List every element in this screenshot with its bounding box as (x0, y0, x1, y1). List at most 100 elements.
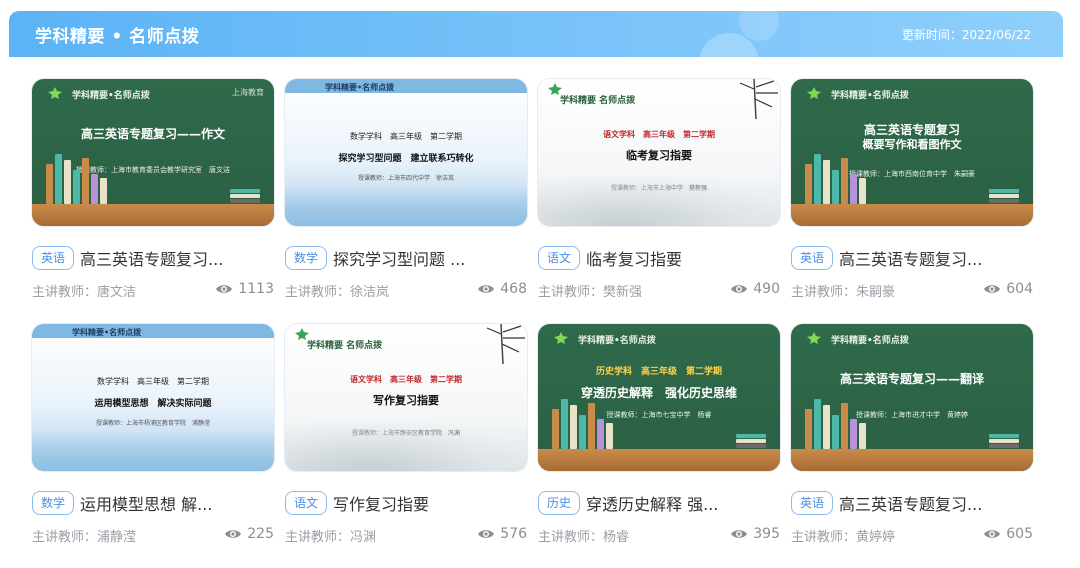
course-title[interactable]: 运用模型思想 解... (80, 491, 212, 515)
course-title[interactable]: 高三英语专题复习... (839, 491, 982, 515)
thumbnail-decor (850, 174, 857, 204)
thumbnail-decor (859, 178, 866, 204)
course-card[interactable]: 学科精要•名师点拨 高三英语专题复习 概要写作和看图作文 授课教师：上海市西南位育中学… (791, 79, 1033, 300)
course-thumbnail[interactable]: 学科精要•名师点拨 历史学科 高三年级 第二学期 穿透历史解释 强化历史思维 授课教师… (538, 324, 780, 471)
course-title[interactable]: 穿透历史解释 强... (586, 491, 718, 515)
thumbnail-decor (736, 433, 766, 448)
thumbnail-decor (850, 419, 857, 449)
course-card[interactable]: 学科精要•名师点拨 数学学科 高三年级 第二学期 运用模型思想 解决实际问题 授课教师… (32, 324, 274, 545)
thumbnail-text: 授课教师：上海市四代中学 徐洁岚 (357, 175, 454, 182)
thumbnail-decor (859, 423, 866, 449)
leaf-logo-icon (807, 332, 821, 344)
thumbnail-decor (814, 154, 821, 204)
thumbnail-decor (791, 449, 1033, 471)
eye-icon (731, 285, 748, 293)
course-title-row: 英语 高三英语专题复习... (791, 490, 1033, 516)
thumbnail-decor (791, 204, 1033, 226)
thumbnail-decor (64, 160, 71, 204)
course-title[interactable]: 高三英语专题复习... (839, 246, 982, 270)
teacher-name: 主讲教师：黄婷婷 (791, 530, 896, 545)
eye-icon (478, 530, 495, 538)
thumbnail-text: 学科精要•名师点拨 (831, 336, 909, 346)
view-count-value: 1113 (238, 281, 274, 297)
thumbnail-decor (814, 399, 821, 449)
view-count: 225 (224, 526, 274, 542)
thumbnail-decor (805, 164, 812, 204)
subject-tag: 英语 (791, 491, 834, 515)
thumbnail-decor (989, 188, 1019, 203)
course-title-row: 数学 探究学习型问题 ... (285, 245, 527, 271)
course-title[interactable]: 探究学习型问题 ... (333, 246, 465, 270)
view-count: 1113 (215, 281, 274, 297)
teacher-name: 主讲教师：浦静滢 (32, 530, 137, 545)
eye-icon (731, 530, 748, 538)
course-thumbnail[interactable]: 学科精要•名师点拨 高三英语专题复习 概要写作和看图作文 授课教师：上海市西南位育中学… (791, 79, 1033, 226)
view-count: 490 (730, 281, 780, 297)
teacher-name: 主讲教师：朱嗣豪 (791, 285, 896, 300)
course-info: 主讲教师：徐洁岚 468 (285, 281, 527, 300)
course-title[interactable]: 高三英语专题复习... (80, 246, 223, 270)
course-info: 主讲教师：唐文洁 1113 (32, 281, 274, 300)
course-card[interactable]: 学科精要•名师点拨 高三英语专题复习——翻译 授课教师：上海市进才中学 黄婷婷英语高… (791, 324, 1033, 545)
thumbnail-decor (538, 449, 780, 471)
thumbnail-decor (552, 409, 559, 449)
subject-tag: 语文 (285, 491, 328, 515)
course-thumbnail[interactable]: 学科精要•名师点拨 高三英语专题复习——翻译 授课教师：上海市进才中学 黄婷婷 (791, 324, 1033, 471)
view-count-value: 490 (753, 281, 780, 297)
thumbnail-text: 临考复习指要 (626, 149, 692, 162)
thumbnail-text: 穿透历史解释 强化历史思维 (580, 386, 737, 400)
course-thumbnail[interactable]: 学科精要•名师点拨 上海教育 高三英语专题复习——作文 授课教师：上海市教育委员会教学… (32, 79, 274, 226)
teacher-name: 主讲教师：樊新强 (538, 285, 643, 300)
course-thumbnail[interactable]: 学科精要•名师点拨 数学学科 高三年级 第二学期 运用模型思想 解决实际问题 授课教师… (32, 324, 274, 471)
course-card[interactable]: 学科精要•名师点拨 数学学科 高三年级 第二学期 探究学习型问题 建立联系巧转化 授课… (285, 79, 527, 300)
course-card[interactable]: 学科精要•名师点拨 历史学科 高三年级 第二学期 穿透历史解释 强化历史思维 授课教师… (538, 324, 780, 545)
thumbnail-decor (55, 154, 62, 204)
course-title-row: 数学 运用模型思想 解... (32, 490, 274, 516)
thumbnail-decor (73, 170, 80, 204)
course-info: 主讲教师：浦静滢 225 (32, 526, 274, 545)
eye-icon (984, 285, 1001, 293)
subject-tag: 语文 (538, 246, 581, 270)
thumbnail-text: 语文学科 高三年级 第二学期 (603, 130, 715, 139)
decor-bubble (739, 11, 779, 41)
thumbnail-decor (570, 405, 577, 449)
course-title-row: 语文 临考复习指要 (538, 245, 780, 271)
thumbnail-decor (538, 176, 780, 226)
thumbnail-decor (841, 158, 848, 204)
course-thumbnail[interactable]: 学科精要•名师点拨 数学学科 高三年级 第二学期 探究学习型问题 建立联系巧转化 授课… (285, 79, 527, 226)
eye-icon (216, 285, 233, 293)
thumbnail-text: 学科精要•名师点拨 (325, 83, 395, 92)
teacher-name: 主讲教师：杨睿 (538, 530, 630, 545)
thumbnail-text: 学科精要•名师点拨 (831, 91, 909, 101)
thumbnail-decor (606, 423, 613, 449)
thumbnail-decor (32, 431, 274, 471)
thumbnail-decor (805, 409, 812, 449)
subject-tag: 英语 (791, 246, 834, 270)
view-count: 576 (477, 526, 527, 542)
eye-icon (478, 285, 495, 293)
teacher-name: 主讲教师：徐洁岚 (285, 285, 390, 300)
thumbnail-decor (579, 415, 586, 449)
course-title[interactable]: 临考复习指要 (586, 246, 682, 270)
course-card[interactable]: 学科精要 名师点拨语文学科 高三年级 第二学期临考复习指要授课教师：上海市上海中… (538, 79, 780, 300)
view-count-value: 576 (500, 526, 527, 542)
course-thumbnail[interactable]: 学科精要 名师点拨语文学科 高三年级 第二学期临考复习指要授课教师：上海市上海中… (538, 79, 780, 226)
thumbnail-decor (597, 419, 604, 449)
course-card[interactable]: 学科精要•名师点拨 上海教育 高三英语专题复习——作文 授课教师：上海市教育委员会教学… (32, 79, 274, 300)
course-title-row: 历史 穿透历史解释 强... (538, 490, 780, 516)
thumbnail-text: 学科精要 名师点拨 (307, 341, 383, 351)
leaf-logo-icon (48, 87, 62, 99)
course-info: 主讲教师：杨睿 395 (538, 526, 780, 545)
thumbnail-text: 学科精要•名师点拨 (72, 91, 150, 101)
course-card[interactable]: 学科精要 名师点拨语文学科 高三年级 第二学期写作复习指要授课教师：上海市静安区… (285, 324, 527, 545)
course-thumbnail[interactable]: 学科精要 名师点拨语文学科 高三年级 第二学期写作复习指要授课教师：上海市静安区… (285, 324, 527, 471)
thumbnail-decor (46, 164, 53, 204)
view-count: 604 (983, 281, 1033, 297)
view-count: 605 (983, 526, 1033, 542)
thumbnail-decor (285, 186, 527, 226)
thumbnail-decor (823, 405, 830, 449)
course-title[interactable]: 写作复习指要 (333, 491, 429, 515)
thumbnail-decor (285, 79, 527, 93)
update-time: 更新时间：2022/06/22 (901, 28, 1031, 42)
thumbnail-text: 概要写作和看图作文 (862, 138, 962, 151)
